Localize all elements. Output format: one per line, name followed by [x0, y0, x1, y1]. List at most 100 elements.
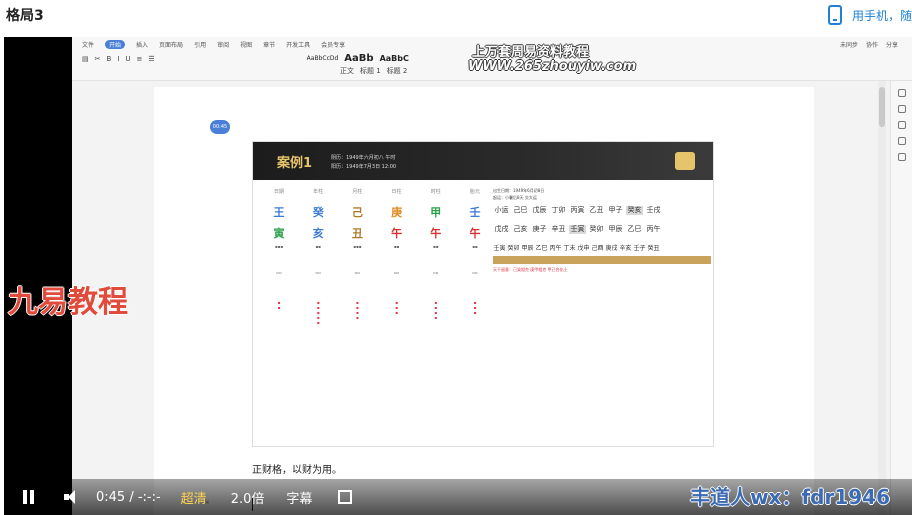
- phone-promo[interactable]: 用手机，随: [827, 4, 912, 26]
- style-sample-h2[interactable]: AaBbC: [380, 54, 409, 63]
- menu-home[interactable]: 开始: [105, 40, 126, 49]
- liunian-cell: 癸卯: [589, 225, 604, 233]
- liunian-cell-current: 壬寅: [569, 225, 586, 234]
- hidden-stem-cell: ▪▪: [472, 244, 478, 249]
- liunian-cell: 甲辰: [608, 225, 623, 233]
- stem-char: 己: [351, 206, 363, 219]
- menu-file[interactable]: 文件: [82, 40, 94, 49]
- branch-char: 午: [469, 227, 481, 240]
- pillar-label: 月柱: [352, 189, 363, 195]
- nayin-cell: ▫▫: [393, 270, 400, 275]
- menu-references[interactable]: 引用: [194, 40, 206, 49]
- phone-promo-text: 用手机，随: [851, 8, 912, 23]
- liuyue-cell: 戊申: [577, 245, 590, 252]
- menu-view[interactable]: 视图: [240, 40, 252, 49]
- document-body-text[interactable]: 正财格，以财为用。: [252, 461, 342, 476]
- style-sample-h1[interactable]: AaBb: [344, 53, 373, 64]
- shensha-cell: ▪ ▪ ▪: [395, 300, 398, 315]
- video-player[interactable]: 文件 开始 插入 页面布局 引用 审阅 视图 章节 开发工具 会员专享 未同步 …: [4, 37, 912, 515]
- vertical-scrollbar[interactable]: [878, 81, 886, 515]
- nayin-cell: ▫▫: [433, 270, 439, 275]
- underline-icon[interactable]: U: [125, 55, 130, 63]
- bazi-chart-image: 案例1 阴历：1949年六月初八 午时 阳历：1949年7月3日 12:00 日…: [252, 141, 714, 447]
- sync-status[interactable]: 未同步: [840, 40, 858, 49]
- menu-section[interactable]: 章节: [263, 40, 275, 49]
- share-button[interactable]: 分享: [886, 40, 898, 49]
- paste-icon[interactable]: ▤: [82, 55, 89, 63]
- collab-button[interactable]: 协作: [866, 40, 878, 49]
- menu-member[interactable]: 会员专享: [321, 40, 345, 49]
- stem-char: 壬: [469, 206, 481, 219]
- style-sample-normal[interactable]: AaBbCcDd: [307, 55, 339, 62]
- side-tool-icon[interactable]: [897, 89, 906, 97]
- bazi-pillars: 日期 年柱 月柱 日柱 时柱 胎元 王 癸 己 庚 甲 壬 寅 亥 丑 午 午 …: [263, 188, 491, 440]
- pause-icon[interactable]: [22, 490, 36, 504]
- ribbon-row: ▤ ✂ B I U ≡ ☰ AaBbCcDd AaBb AaBbC: [82, 53, 409, 64]
- liuyue-cell: 辛亥: [619, 245, 632, 252]
- chart-logo-icon: [675, 152, 695, 170]
- speed-button[interactable]: 2.0倍: [231, 488, 265, 507]
- dayun-cell: 丙寅: [570, 206, 585, 214]
- liuyue-cell: 癸卯: [507, 245, 520, 252]
- pillar-label: 胎元: [469, 189, 480, 195]
- shensha-row: ▪ ▪ ▪ ▪ ▪ ▪ ▪ ▪ ▪ ▪ ▪ ▪ ▪ ▪ ▪ ▪ ▪ ▪ ▪ ▪ ▪: [263, 300, 491, 325]
- branch-char: 亥: [312, 227, 324, 240]
- scrollbar-thumb[interactable]: [879, 87, 885, 127]
- style-name-h2: 标题 2: [386, 67, 408, 75]
- phone-icon: [827, 5, 842, 25]
- hidden-stem-cell: ▪▪: [433, 244, 439, 249]
- side-tool-icon[interactable]: [897, 137, 906, 145]
- list-icon[interactable]: ☰: [148, 55, 154, 63]
- right-tools: 未同步 协作 分享: [840, 40, 898, 49]
- menu-developer[interactable]: 开发工具: [286, 40, 310, 49]
- liuyue-cell: 丙午: [549, 245, 562, 252]
- side-tool-icon[interactable]: [897, 121, 906, 129]
- nayin-cell: ▫▫: [354, 270, 361, 275]
- subtitle-button[interactable]: 字幕: [286, 488, 312, 507]
- liuyue-cell: 甲辰: [521, 245, 534, 252]
- shensha-cell: ▪ ▪ ▪ ▪: [356, 300, 359, 320]
- document-page[interactable]: 00:45 案例1 阴历：1949年六月初八 午时 阳历：1949年7月3日 1…: [154, 87, 814, 515]
- liunian-cell: 乙巳: [627, 225, 642, 233]
- liuyue-cell: 乙巳: [535, 245, 548, 252]
- hidden-stems: ▪▪▪ ▪▪ ▪▪▪ ▪▪ ▪▪ ▪▪: [263, 244, 491, 266]
- liuyue-cell: 壬寅: [493, 245, 506, 252]
- shensha-cell: ▪ ▪ ▪ ▪ ▪: [316, 300, 320, 325]
- liuyue-cell: 庚戌: [605, 245, 618, 252]
- side-tool-icon[interactable]: [897, 105, 906, 113]
- stem-char: 甲: [430, 206, 442, 219]
- nayin-cell: ▫▫: [472, 270, 478, 275]
- menu-layout[interactable]: 页面布局: [159, 40, 183, 49]
- dayun-cell: 丁卯: [551, 206, 566, 214]
- dayun-cell: 乙丑: [589, 206, 604, 214]
- watermark-top: 上万套周易资料教程: [472, 45, 590, 60]
- stem-char: 王: [273, 206, 285, 219]
- liunian-cell: 己亥: [513, 225, 528, 233]
- cut-icon[interactable]: ✂: [95, 55, 101, 63]
- liunian-cell: 庚子: [532, 225, 547, 233]
- bold-icon[interactable]: B: [107, 55, 112, 63]
- pillar-labels: 日期 年柱 月柱 日柱 时柱 胎元: [263, 188, 491, 198]
- page-badge: 00:45: [210, 120, 230, 134]
- volume-icon[interactable]: [64, 490, 80, 504]
- nayin-row: ▫▫ ▫▫ ▫▫ ▫▫ ▫▫ ▫▫: [263, 270, 491, 292]
- branch-char: 午: [430, 227, 442, 240]
- shensha-cell: ▪ ▪ ▪: [473, 300, 477, 315]
- side-tool-icon[interactable]: [897, 153, 906, 161]
- italic-icon[interactable]: I: [117, 55, 119, 63]
- pillar-label: 日期: [273, 189, 284, 195]
- menu-review[interactable]: 审阅: [217, 40, 229, 49]
- nayin-cell: ▫▫: [276, 270, 282, 275]
- menu-insert[interactable]: 插入: [136, 40, 148, 49]
- style-name-normal: 正文: [340, 67, 354, 75]
- liunian-cell: 丙午: [646, 225, 661, 233]
- chart-note: 天干留意：己癸相克 庚甲相克 甲己合化土: [493, 267, 568, 272]
- screen-recording: 文件 开始 插入 页面布局 引用 审阅 视图 章节 开发工具 会员专享 未同步 …: [72, 37, 912, 515]
- quality-button[interactable]: 超清: [181, 488, 207, 507]
- qiyun-info: 起运：小暑后8天 交大运: [493, 195, 537, 200]
- liuyue-cell: 壬子: [633, 245, 646, 252]
- shensha-cell: ▪ ▪ ▪ ▪: [434, 300, 438, 320]
- heavenly-stems: 王 癸 己 庚 甲 壬: [263, 204, 491, 219]
- align-icon[interactable]: ≡: [137, 55, 143, 63]
- fullscreen-icon[interactable]: [338, 490, 353, 504]
